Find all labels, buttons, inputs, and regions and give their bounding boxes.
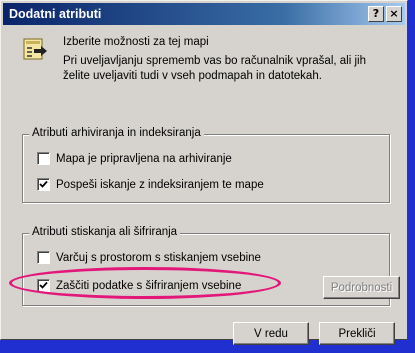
- info-text: Izberite možnosti za tej mapi Pri uvelja…: [63, 35, 393, 84]
- info-description: Pri uveljavljanju sprememb vas bo računa…: [63, 55, 366, 82]
- attributes-dialog: Dodatni atributi ? × Izberite možnosti z…: [0, 0, 408, 345]
- index-checkbox-row[interactable]: Pospeši iskanje z indeksiranjem te mape: [37, 178, 264, 191]
- folder-properties-icon: [23, 38, 47, 60]
- index-checkbox[interactable]: [37, 178, 50, 191]
- help-button[interactable]: ?: [368, 6, 384, 22]
- title-bar[interactable]: Dodatni atributi ? ×: [3, 3, 405, 25]
- cancel-button[interactable]: Prekliči: [319, 322, 395, 345]
- archive-checkbox-row[interactable]: Mapa je pripravljena na arhiviranje: [37, 152, 232, 165]
- index-checkbox-label: Pospeši iskanje z indeksiranjem te mape: [56, 178, 264, 191]
- compress-checkbox[interactable]: [37, 251, 50, 264]
- ok-button[interactable]: V redu: [233, 322, 309, 345]
- dialog-title: Dodatni atributi: [9, 7, 102, 21]
- compress-checkbox-label: Varčuj s prostorom s stiskanjem vsebine: [56, 251, 261, 264]
- archive-index-group: Atributi arhiviranja in indeksiranja Map…: [22, 127, 390, 203]
- info-heading: Izberite možnosti za tej mapi: [63, 36, 209, 48]
- compress-group-label: Atributi stiskanja ali šifriranja: [29, 226, 181, 238]
- compress-checkbox-row[interactable]: Varčuj s prostorom s stiskanjem vsebine: [37, 251, 261, 264]
- details-button[interactable]: Podrobnosti: [323, 276, 400, 299]
- archive-checkbox[interactable]: [37, 152, 50, 165]
- close-button[interactable]: ×: [386, 6, 402, 22]
- checkmark-icon: [39, 281, 48, 289]
- archive-checkbox-label: Mapa je pripravljena na arhiviranje: [56, 152, 232, 165]
- encrypt-checkbox-row[interactable]: Zaščiti podatke s šifriranjem vsebine: [37, 279, 241, 292]
- checkmark-icon: [39, 180, 48, 188]
- encrypt-checkbox-label: Zaščiti podatke s šifriranjem vsebine: [56, 279, 242, 292]
- archive-group-label: Atributi arhiviranja in indeksiranja: [29, 127, 204, 139]
- encrypt-checkbox[interactable]: [37, 279, 50, 292]
